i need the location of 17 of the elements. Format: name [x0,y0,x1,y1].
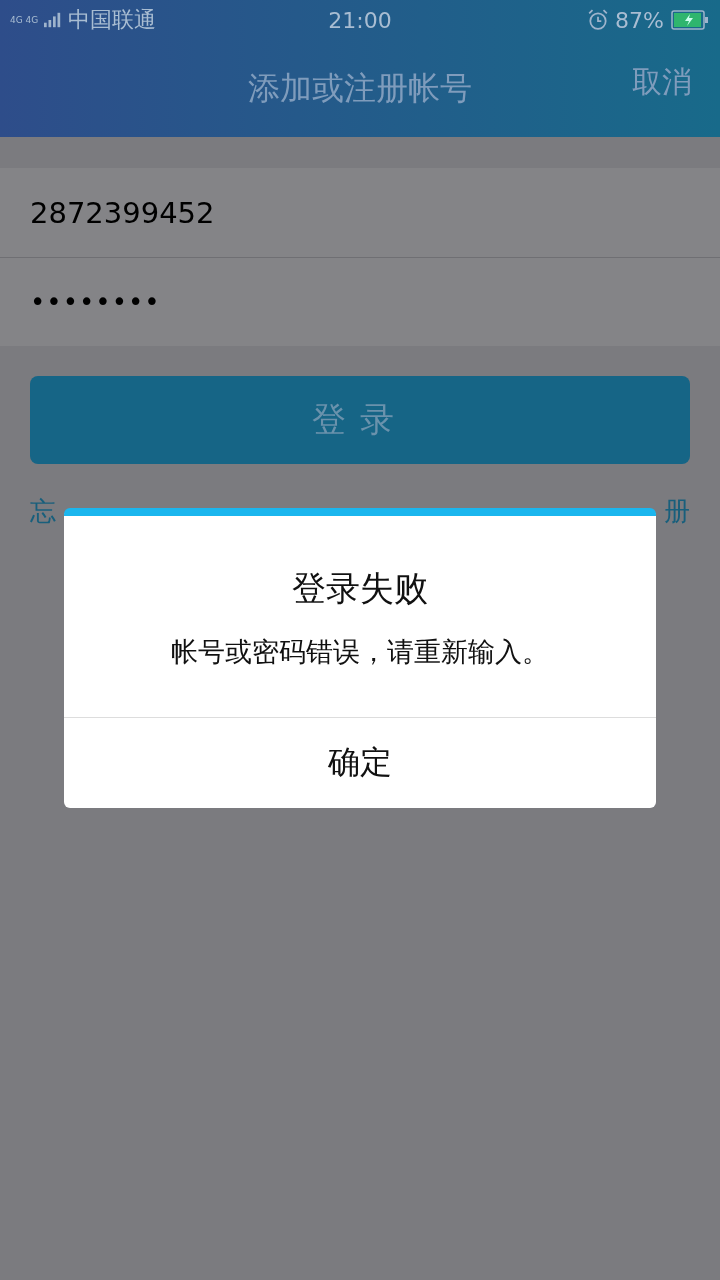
login-button[interactable]: 登录 [30,376,690,464]
forgot-password-link[interactable]: 忘 [30,494,56,529]
alarm-icon [587,9,610,31]
signal-icon [44,12,63,28]
register-link[interactable]: 册 [664,494,690,529]
dialog-title: 登录失败 [292,567,428,610]
carrier-name: 中国联通 [68,6,157,34]
network-indicator: 4G 4G [10,15,39,25]
battery-icon [670,10,710,30]
page-title: 添加或注册帐号 [248,67,472,109]
cancel-button[interactable]: 取消 [632,62,692,103]
dialog-message: 帐号或密码错误，请重新输入。 [171,635,549,669]
account-field[interactable]: 2872399452 [0,168,720,258]
password-field[interactable]: •••••••• [0,258,720,346]
clock-time: 21:00 [328,7,392,33]
confirm-button[interactable]: 确定 [64,717,656,808]
battery-percent: 87% [615,7,664,33]
